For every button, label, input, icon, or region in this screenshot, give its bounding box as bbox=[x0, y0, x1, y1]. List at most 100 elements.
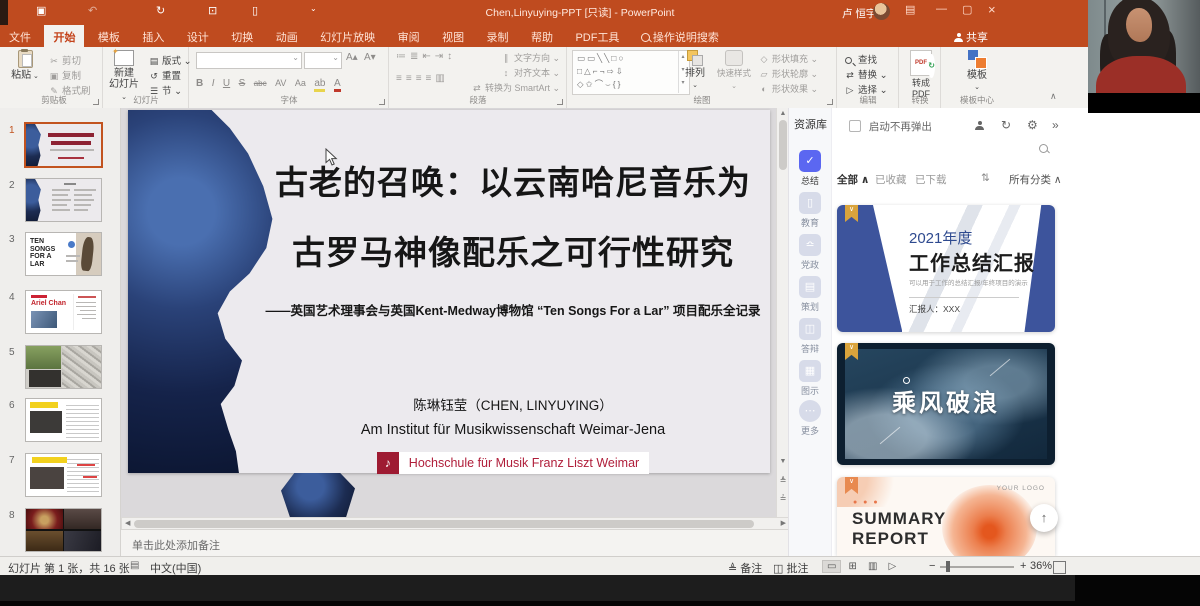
reading-view-button[interactable]: ▥ bbox=[864, 561, 881, 572]
slide-thumbnail-5[interactable] bbox=[25, 345, 102, 389]
font-dialog-launcher[interactable] bbox=[379, 99, 385, 105]
undo-icon[interactable]: ↶ bbox=[88, 4, 97, 17]
align-center-button[interactable]: ≡ bbox=[406, 73, 416, 84]
bullets-button[interactable]: ≔ bbox=[396, 51, 410, 62]
account-name[interactable]: 卢 恒宇 bbox=[842, 6, 876, 21]
zoom-slider[interactable] bbox=[940, 566, 1014, 568]
slide-author[interactable]: 陈琳钰莹（CHEN, LINYUYING） bbox=[260, 394, 766, 414]
arrange-button[interactable]: 排列⌄ bbox=[680, 50, 710, 91]
find-button[interactable]: 查找 bbox=[844, 52, 877, 66]
tab-help[interactable]: 帮助 bbox=[522, 25, 562, 47]
scroll-right-icon[interactable]: ▶ bbox=[781, 519, 786, 527]
copy-button[interactable]: ▣复制 bbox=[48, 68, 81, 82]
account-icon[interactable] bbox=[975, 118, 987, 132]
tab-template[interactable]: 模板 bbox=[89, 25, 129, 47]
line-spacing-button[interactable]: ↕ bbox=[447, 51, 456, 62]
filter-all-categories[interactable]: 所有分类 ∧ bbox=[1009, 172, 1062, 187]
replace-button[interactable]: ⇄替换 ⌄ bbox=[844, 67, 888, 81]
italic-button[interactable]: I bbox=[212, 78, 215, 89]
slideshow-view-button[interactable]: ▷ bbox=[884, 561, 900, 572]
slide-thumbnail-3[interactable]: TEN SONGS FOR A LAR bbox=[25, 232, 102, 276]
slide-title-line2[interactable]: 古罗马神像配乐之可行性研究 bbox=[260, 226, 766, 274]
redo-icon[interactable]: ↻ bbox=[156, 4, 165, 17]
notes-pane[interactable]: 单击此处添加备注 bbox=[121, 529, 788, 557]
tab-review[interactable]: 审阅 bbox=[389, 25, 429, 47]
tab-transitions[interactable]: 切换 bbox=[222, 25, 262, 47]
category-summary[interactable]: ✓ 总结 bbox=[789, 150, 831, 187]
hfm-weimar-logo[interactable]: ♪ Hochschule für Musik Franz Liszt Weima… bbox=[260, 450, 766, 476]
touch-mode-icon[interactable]: ▯ bbox=[252, 4, 258, 17]
save-icon[interactable]: ▣ bbox=[36, 4, 46, 17]
align-text-button[interactable]: ↕对齐文本 ⌄ bbox=[500, 66, 560, 79]
tab-home[interactable]: 开始 bbox=[44, 25, 84, 47]
accessibility-icon[interactable]: ▤ bbox=[130, 560, 139, 571]
back-to-top-button[interactable]: ↑ bbox=[1030, 504, 1058, 532]
gear-icon[interactable]: ⚙ bbox=[1027, 118, 1038, 132]
clear-strike-icon[interactable]: abc bbox=[254, 79, 267, 88]
tab-design[interactable]: 设计 bbox=[178, 25, 218, 47]
slide-thumbnail-1[interactable] bbox=[24, 122, 103, 168]
slideshow-from-start-icon[interactable]: ⊡ bbox=[208, 4, 217, 17]
category-party-gov[interactable]: ≏ 党政 bbox=[789, 234, 831, 271]
tab-pdf-tools[interactable]: PDF工具 bbox=[566, 25, 628, 47]
bold-button[interactable]: B bbox=[196, 78, 203, 89]
slide-thumbnail-8[interactable] bbox=[25, 508, 102, 552]
comments-toggle[interactable]: ◫ 批注 bbox=[773, 560, 808, 576]
language-indicator[interactable]: 中文(中国) bbox=[150, 560, 201, 576]
indent-decrease-button[interactable]: ⇤ bbox=[422, 51, 434, 62]
scroll-left-icon[interactable]: ◀ bbox=[125, 519, 130, 527]
smartart-button[interactable]: ⇄转换为 SmartArt ⌄ bbox=[471, 81, 560, 94]
columns-button[interactable]: ▥ bbox=[435, 73, 448, 84]
shrink-font-icon[interactable]: A▾ bbox=[364, 52, 376, 63]
collapse-ribbon-icon[interactable]: ∧ bbox=[1050, 91, 1057, 102]
tab-view[interactable]: 视图 bbox=[433, 25, 473, 47]
template-card-summary[interactable]: ∨ YOUR LOGO ● ● ● SUMMARY REPORT bbox=[837, 477, 1055, 556]
restore-button[interactable]: ▢ bbox=[962, 3, 972, 16]
shape-fill-button[interactable]: ◇形状填充 ⌄ bbox=[758, 52, 818, 65]
justify-button[interactable]: ≡ bbox=[426, 73, 436, 84]
align-left-button[interactable]: ≡ bbox=[396, 73, 406, 84]
panel-search-icon[interactable] bbox=[1039, 141, 1051, 155]
font-color-button[interactable]: A bbox=[334, 78, 341, 92]
shape-outline-button[interactable]: ▱形状轮廓 ⌄ bbox=[758, 67, 818, 80]
paste-button[interactable]: 粘贴 ⌄ bbox=[8, 50, 42, 82]
highlight-color-button[interactable]: ab bbox=[314, 78, 325, 92]
tab-insert[interactable]: 插入 bbox=[133, 25, 173, 47]
category-education[interactable]: ▯ 教育 bbox=[789, 192, 831, 229]
drawing-dialog-launcher[interactable] bbox=[827, 99, 833, 105]
v-scroll-thumb[interactable] bbox=[779, 120, 787, 170]
zoom-slider-thumb[interactable] bbox=[946, 561, 950, 572]
to-pdf-button[interactable]: PDF 转成 PDF bbox=[908, 50, 934, 100]
text-direction-button[interactable]: ∥文字方向 ⌄ bbox=[500, 51, 560, 64]
tell-me-search[interactable]: 操作说明搜索 bbox=[633, 25, 727, 49]
tab-file[interactable]: 文件 bbox=[0, 25, 40, 47]
sort-icon[interactable]: ⇅ bbox=[981, 172, 990, 184]
indent-increase-button[interactable]: ⇥ bbox=[435, 51, 447, 62]
category-defense[interactable]: ◫ 答辩 bbox=[789, 318, 831, 355]
paragraph-dialog-launcher[interactable] bbox=[557, 99, 563, 105]
qat-customize-icon[interactable]: ⌄ bbox=[310, 4, 317, 13]
zoom-out-button[interactable]: − bbox=[929, 560, 935, 572]
share-button[interactable]: 共享 bbox=[954, 29, 988, 45]
filter-all[interactable]: 全部 ∧ bbox=[837, 172, 869, 187]
slide-thumbnail-7[interactable] bbox=[25, 453, 102, 497]
char-spacing-button[interactable]: AV bbox=[275, 78, 286, 88]
zoom-level[interactable]: 36% bbox=[1030, 560, 1052, 572]
template-card-2021[interactable]: ∨ 2021年度 工作总结汇报 可以用于工作的总结汇报/年终项目的演示 汇报人：… bbox=[837, 205, 1055, 332]
underline-button[interactable]: U bbox=[223, 78, 230, 89]
strikethrough-button[interactable]: S bbox=[239, 78, 246, 89]
template-button[interactable]: 模板⌄ bbox=[960, 50, 994, 93]
tab-animations[interactable]: 动画 bbox=[267, 25, 307, 47]
h-scroll-thumb[interactable] bbox=[134, 520, 754, 528]
clipboard-dialog-launcher[interactable] bbox=[93, 99, 99, 105]
shapes-gallery[interactable]: ▭▭╲╲□○ □△⌐¬⇨⇩ ◇✩⌒⌣{} ▴▾▾ bbox=[572, 50, 690, 95]
reset-button[interactable]: ↺重置 bbox=[148, 68, 181, 82]
category-more[interactable]: ⋯ 更多 bbox=[789, 400, 831, 437]
tab-slideshow[interactable]: 幻灯片放映 bbox=[311, 25, 384, 47]
filter-downloaded[interactable]: 已下载 bbox=[915, 172, 947, 187]
current-slide[interactable]: 古老的召唤：以云南哈尼音乐为 古罗马神像配乐之可行性研究 ——英国艺术理事会与英… bbox=[128, 110, 770, 473]
slide-subtitle[interactable]: ——英国艺术理事会与英国Kent-Medway博物馆 “Ten Songs Fo… bbox=[260, 300, 766, 319]
avatar[interactable] bbox=[873, 3, 890, 20]
filter-favorited[interactable]: 已收藏 bbox=[875, 172, 907, 187]
numbering-button[interactable]: ≣ bbox=[410, 51, 422, 62]
